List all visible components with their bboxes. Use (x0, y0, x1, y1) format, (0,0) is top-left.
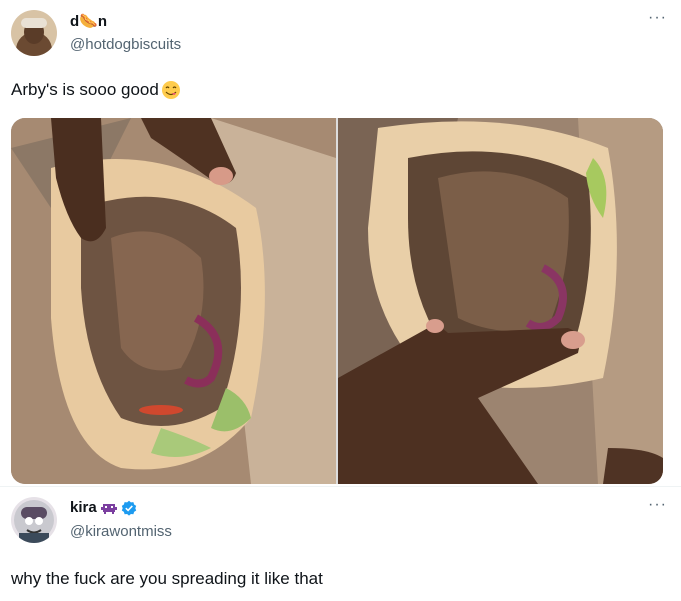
avatar[interactable] (11, 10, 57, 56)
author-name-row[interactable]: kira (70, 499, 137, 516)
media-photo-2[interactable] (338, 118, 663, 484)
yum-face-icon (161, 80, 181, 100)
more-options-icon[interactable]: ··· (648, 497, 667, 513)
avatar[interactable] (11, 497, 57, 543)
more-options-icon[interactable]: ··· (648, 10, 667, 26)
verified-badge-icon (121, 500, 137, 516)
author-display-name[interactable]: d🌭n (70, 12, 107, 30)
author-name-row[interactable]: d🌭n (70, 12, 107, 30)
alien-monster-icon (100, 500, 117, 516)
tweet-text: Arby's is sooo good (11, 80, 181, 100)
author-handle[interactable]: @hotdogbiscuits (70, 36, 181, 53)
reply-tweet: kira @kirawontmiss ··· why the fuck are … (0, 486, 681, 601)
media-photo-1[interactable] (11, 118, 336, 484)
reply-text: why the fuck are you spreading it like t… (11, 569, 323, 589)
author-display-name[interactable]: kira (70, 499, 97, 516)
tweet-media[interactable] (11, 118, 663, 484)
tweet: d🌭n @hotdogbiscuits ··· Arby's is sooo g… (0, 0, 681, 486)
tweet-body: Arby's is sooo good (11, 80, 159, 99)
reply-body: why the fuck are you spreading it like t… (11, 569, 323, 588)
author-handle[interactable]: @kirawontmiss (70, 523, 172, 540)
